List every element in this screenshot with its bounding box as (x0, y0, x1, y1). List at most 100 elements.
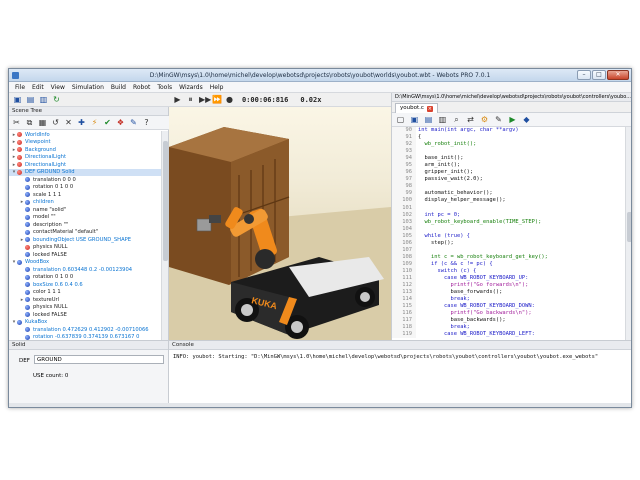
tree-node[interactable]: ▸ textureUrl (9, 296, 162, 304)
code-line[interactable]: 103 wb_robot_keyboard_enable(TIME_STEP); (392, 218, 626, 226)
code-area[interactable]: 90 int main(int argc, char **argv) 91{92 w… (392, 127, 626, 340)
code-line[interactable]: 96 gripper_init(); (392, 169, 626, 177)
new-file-icon[interactable]: ▢ (396, 115, 405, 124)
code-line[interactable]: 102 int pc = 0; (392, 211, 626, 219)
3d-view[interactable]: KUKA (169, 107, 391, 340)
code-line[interactable]: 118 break; (392, 324, 626, 332)
compile-icon[interactable]: ▶ (508, 115, 517, 124)
code-line[interactable]: 92 wb_robot_init(); (392, 141, 626, 149)
menu-build[interactable]: Build (111, 84, 126, 91)
code-line[interactable]: 91{ (392, 134, 626, 142)
code-line[interactable]: 117 base_backwards(); (392, 317, 626, 325)
open-file-icon[interactable]: ▣ (410, 115, 419, 124)
code-line[interactable]: 99 automatic_behavior(); (392, 190, 626, 198)
build-icon[interactable]: ⚙ (480, 115, 489, 124)
edit-icon[interactable]: ✎ (129, 118, 138, 127)
tree-node[interactable]: translation 0.472629 0.412902 -0.0071006… (9, 326, 162, 334)
save-world-icon[interactable]: ▤ (26, 95, 35, 104)
tree-node[interactable]: contactMaterial "default" (9, 229, 162, 237)
transform-icon[interactable]: ✔ (103, 118, 112, 127)
menu-file[interactable]: File (15, 84, 25, 91)
open-world-icon[interactable]: ▣ (13, 95, 22, 104)
scene-tree-scrollbar[interactable] (161, 131, 168, 340)
code-line[interactable]: 95 arm_init(); (392, 162, 626, 170)
menu-robot[interactable]: Robot (133, 84, 150, 91)
code-line[interactable]: 119 case WB_ROBOT_KEYBOARD_LEFT: (392, 331, 626, 339)
tree-node[interactable]: ▸ WorldInfo (9, 131, 162, 139)
code-line[interactable]: 105 while (true) { (392, 232, 626, 240)
menu-tools[interactable]: Tools (157, 84, 172, 91)
tree-node[interactable]: locked FALSE (9, 251, 162, 259)
menu-simulation[interactable]: Simulation (72, 84, 104, 91)
tree-node[interactable]: description "" (9, 221, 162, 229)
tree-node[interactable]: color 1 1 1 (9, 289, 162, 297)
tree-node[interactable]: ▸ Background (9, 146, 162, 154)
code-line[interactable]: 101 (392, 204, 626, 212)
step-icon[interactable]: ▶ (173, 95, 182, 104)
record-icon[interactable]: ● (225, 95, 234, 104)
tree-node[interactable]: boxSize 0.6 0.4 0.6 (9, 281, 162, 289)
save-as-icon[interactable]: ▥ (39, 95, 48, 104)
reset-icon[interactable]: ↺ (51, 118, 60, 127)
def-field[interactable]: GROUND (34, 355, 164, 364)
maximize-button[interactable]: □ (592, 70, 606, 80)
menu-help[interactable]: Help (210, 84, 224, 91)
code-line[interactable]: 108 int c = wb_robot_keyboard_get_key(); (392, 253, 626, 261)
tree-node[interactable]: ▸ DirectionalLight (9, 161, 162, 169)
node-help-icon[interactable]: ❖ (116, 118, 125, 127)
cut-icon[interactable]: ✂ (12, 118, 21, 127)
tree-node[interactable]: ▸ DirectionalLight (9, 154, 162, 162)
add-node-icon[interactable]: ✚ (77, 118, 86, 127)
code-line[interactable]: 97 passive_wait(2.0); (392, 176, 626, 184)
paste-icon[interactable]: ▦ (38, 118, 47, 127)
save-file-icon[interactable]: ▤ (424, 115, 433, 124)
code-line[interactable]: 98 (392, 183, 626, 191)
export-icon[interactable]: ⚡ (90, 118, 99, 127)
code-line[interactable]: 111 case WB_ROBOT_KEYBOARD_UP: (392, 274, 626, 283)
code-line[interactable]: 115 case WB_ROBOT_KEYBOARD_DOWN: (392, 303, 626, 311)
code-line[interactable]: 90 int main(int argc, char **argv) (392, 127, 626, 135)
run-icon[interactable]: ▶▶ (199, 95, 211, 104)
copy-icon[interactable]: ⧉ (25, 118, 34, 127)
tree-node[interactable]: physics NULL (9, 304, 162, 312)
minimize-button[interactable]: – (577, 70, 591, 80)
tree-node[interactable]: ▾ KukaBox (9, 319, 162, 327)
code-line[interactable]: 107 (392, 246, 626, 254)
code-line[interactable]: 112 printf("Go forwards\n"); (392, 282, 626, 290)
tree-node[interactable]: translation 0.603448 0.2 -0.00123904 (9, 266, 162, 274)
tree-node[interactable]: rotation 0 1 0 0 (9, 184, 162, 192)
tree-node[interactable]: ▸ Viewpoint (9, 139, 162, 147)
menu-view[interactable]: View (51, 84, 65, 91)
close-tab-icon[interactable]: × (426, 105, 433, 112)
code-line[interactable]: 116 printf("Go backwards\n"); (392, 310, 626, 318)
code-line[interactable]: 100 display_helper_message(); (392, 197, 626, 205)
close-button[interactable]: ✕ (607, 70, 629, 80)
tree-node[interactable]: rotation 0 1 0 0 (9, 274, 162, 282)
editor-scrollbar[interactable] (625, 127, 631, 340)
code-line[interactable]: 110 switch (c) { (392, 267, 626, 275)
find-icon[interactable]: ⌕ (452, 115, 461, 124)
replace-icon[interactable]: ⇄ (466, 115, 475, 124)
menu-wizards[interactable]: Wizards (179, 84, 203, 91)
tree-node[interactable]: model "" (9, 214, 162, 222)
tree-node[interactable]: ▾ DEF GROUND Solid (9, 168, 162, 176)
code-line[interactable]: 93 (392, 148, 626, 156)
tree-node[interactable]: ▾ WoodBox (9, 259, 162, 267)
tree-node[interactable]: name "solid" (9, 206, 162, 214)
tree-node[interactable]: ▸ children (9, 199, 162, 207)
cross-compile-icon[interactable]: ◆ (522, 115, 531, 124)
tree-node[interactable]: scale 1 1 1 (9, 191, 162, 199)
menu-edit[interactable]: Edit (32, 84, 44, 91)
tab-youbot-c[interactable]: youbot.c × (395, 103, 438, 113)
tree-node[interactable]: locked FALSE (9, 311, 162, 319)
code-line[interactable]: 114 break; (392, 296, 626, 304)
revert-icon[interactable]: ↻ (52, 95, 61, 104)
save-all-icon[interactable]: ▥ (438, 115, 447, 124)
tree-node[interactable]: ▸ boundingObject USE GROUND_SHAPE (9, 236, 162, 244)
code-line[interactable]: 94 base_init(); (392, 155, 626, 163)
code-line[interactable]: 109 if (c && c != pc) { (392, 260, 626, 268)
real-time-icon[interactable]: ⏸ (186, 95, 195, 104)
clean-icon[interactable]: ✎ (494, 115, 503, 124)
help-icon[interactable]: ? (142, 118, 151, 127)
delete-icon[interactable]: ✕ (64, 118, 73, 127)
